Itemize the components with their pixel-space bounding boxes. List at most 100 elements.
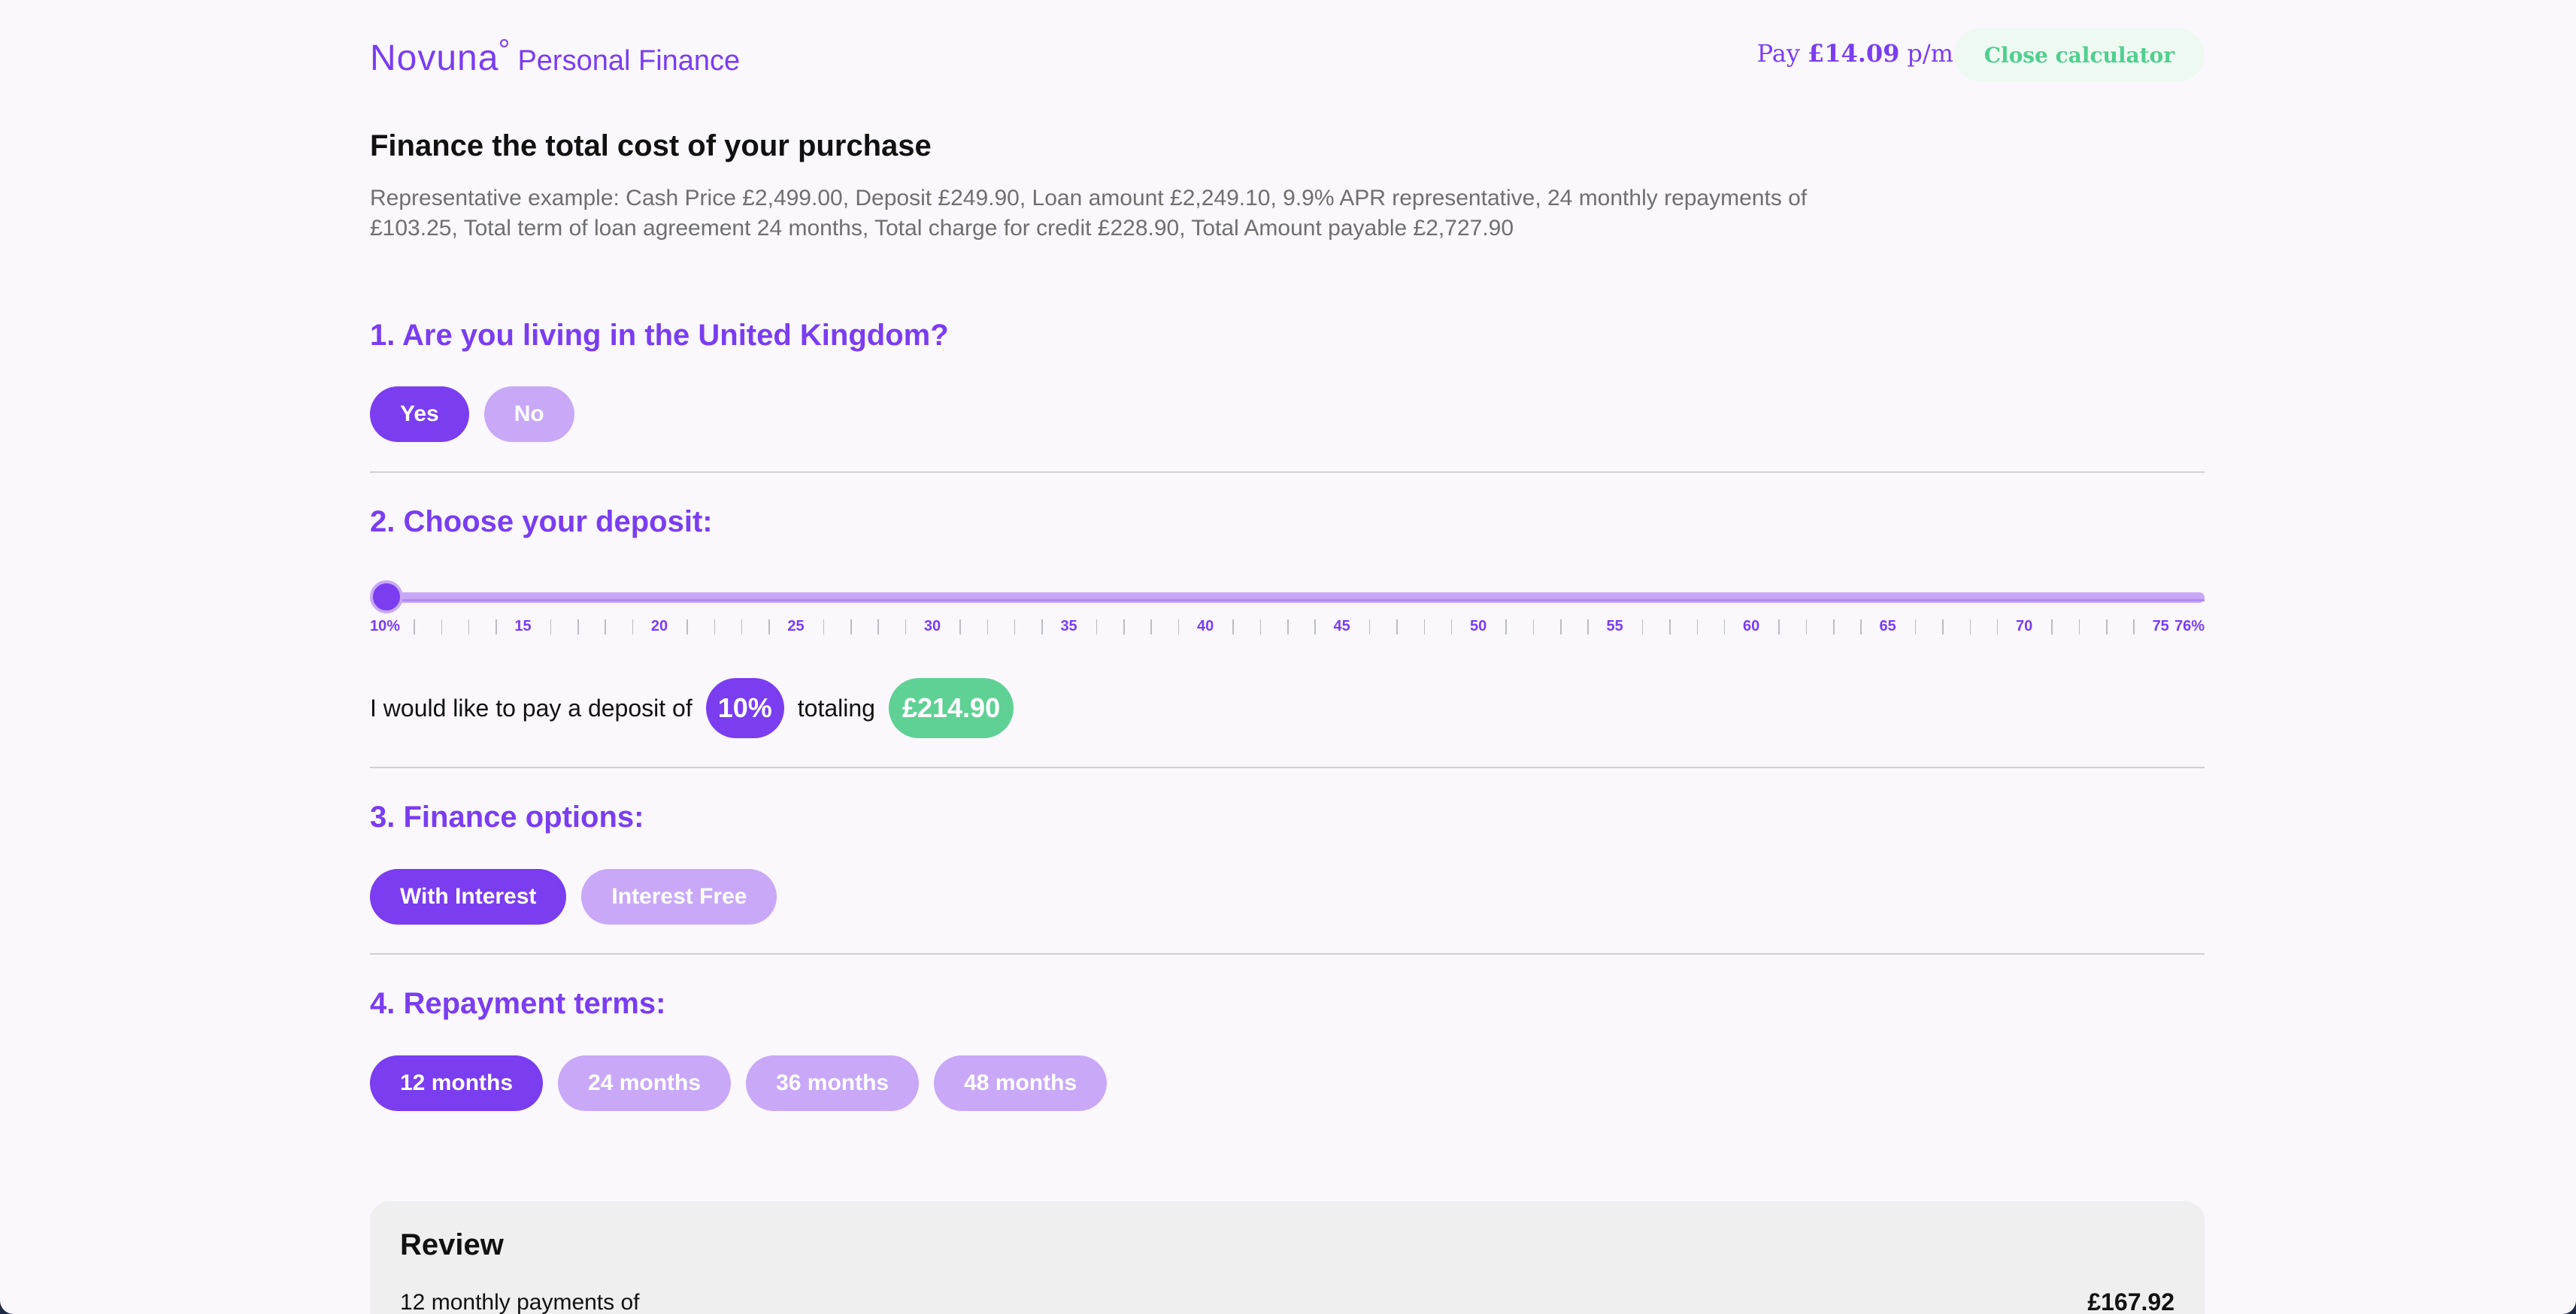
divider: [370, 767, 2205, 768]
slider-tick-mark: [577, 619, 579, 634]
slider-tick-mark: [1560, 619, 1562, 634]
slider-tick-mark: [1641, 619, 1644, 634]
slider-tick-mark: [1096, 619, 1098, 634]
slider-tick-mark: [1860, 619, 1862, 634]
deposit-sentence-start: I would like to pay a deposit of: [370, 694, 692, 722]
slider-tick-label: 75: [2152, 618, 2169, 634]
slider-ticks: 10% 15 20 25 30 35 40 45 50 55 60 65 70 75 76%: [370, 618, 2205, 640]
slider-tick-mark: [1014, 619, 1016, 634]
deposit-slider[interactable]: [370, 580, 2205, 613]
logo-registered-mark: [500, 39, 509, 47]
pay-amount: £14.09: [1807, 39, 1900, 68]
header: Novuna Personal Finance Pay £14.09 p/m C…: [370, 0, 2205, 113]
term-36-months-button[interactable]: 36 months: [746, 1055, 920, 1111]
review-monthly-label: 12 monthly payments of: [400, 1290, 640, 1314]
slider-tick-label: 76%: [2174, 618, 2205, 634]
slider-tick-mark: [468, 619, 470, 634]
slider-tick-mark: [1041, 619, 1043, 634]
slider-tick-label: 25: [787, 618, 805, 634]
slider-tick-label: 60: [1743, 618, 1760, 634]
slider-tick-mark: [1723, 619, 1726, 634]
pay-prefix: Pay: [1756, 39, 1800, 68]
yes-button[interactable]: Yes: [370, 386, 469, 442]
slider-tick-mark: [1287, 619, 1289, 634]
slider-thumb[interactable]: [370, 580, 403, 613]
novuna-logo: Novuna Personal Finance: [370, 38, 740, 79]
slider-tick-mark: [877, 619, 879, 634]
slider-tick-mark: [1368, 619, 1371, 634]
calculator-page: Novuna Personal Finance Pay £14.09 p/m C…: [0, 0, 2576, 1314]
slider-tick-label: 55: [1606, 618, 1623, 634]
slider-tick-mark: [1232, 619, 1234, 634]
term-48-months-button[interactable]: 48 months: [934, 1055, 1108, 1111]
slider-tick-mark: [741, 619, 743, 634]
slider-tick-mark: [1833, 619, 1835, 634]
slider-track-line: [392, 599, 2205, 601]
slider-tick-mark: [1914, 619, 1917, 634]
slider-tick-mark: [823, 619, 825, 634]
divider: [370, 953, 2205, 955]
slider-tick-mark: [1805, 619, 1808, 634]
slider-tick-label: 15: [514, 618, 532, 634]
slider-tick-mark: [1778, 619, 1780, 634]
slider-tick-mark: [959, 619, 961, 634]
deposit-percent-badge: 10%: [705, 678, 784, 738]
slider-tick-label: 65: [1879, 618, 1896, 634]
logo-wordmark: Novuna: [370, 38, 509, 79]
slider-tick-mark: [1423, 619, 1425, 634]
interest-free-button[interactable]: Interest Free: [581, 869, 777, 925]
deposit-summary: I would like to pay a deposit of 10% tot…: [370, 678, 1014, 738]
slider-tick-mark: [686, 619, 688, 634]
question-repayment-terms: 4. Repayment terms:: [370, 987, 666, 1020]
slider-tick-mark: [1969, 619, 1971, 634]
slider-tick-mark: [1450, 619, 1453, 634]
divider: [370, 471, 2205, 473]
slider-tick-mark: [1996, 619, 1999, 634]
finance-options: With Interest Interest Free: [370, 869, 777, 925]
slider-tick-mark: [1259, 619, 1262, 634]
question-finance-options: 3. Finance options:: [370, 801, 644, 834]
uk-resident-options: Yes No: [370, 386, 574, 442]
slider-tick-mark: [1696, 619, 1699, 634]
slider-tick-mark: [2133, 619, 2135, 634]
term-24-months-button[interactable]: 24 months: [558, 1055, 732, 1111]
slider-tick-mark: [986, 619, 989, 634]
slider-tick-mark: [905, 619, 907, 634]
close-calculator-button[interactable]: Close calculator: [1953, 29, 2205, 81]
slider-track[interactable]: [370, 592, 2205, 603]
slider-tick-label: 70: [2016, 618, 2033, 634]
slider-tick-mark: [1396, 619, 1398, 634]
slider-tick-label: 10%: [370, 618, 401, 634]
slider-tick-label: 45: [1333, 618, 1350, 634]
slider-tick-label: 50: [1469, 618, 1487, 634]
slider-tick-mark: [441, 619, 443, 634]
deposit-sentence-mid: totaling: [797, 694, 875, 722]
repayment-terms-options: 12 months 24 months 36 months 48 months: [370, 1055, 1108, 1111]
slider-tick-mark: [1587, 619, 1589, 634]
slider-tick-mark: [1150, 619, 1152, 634]
slider-tick-label: 35: [1060, 618, 1077, 634]
slider-tick-mark: [2078, 619, 2080, 634]
slider-tick-mark: [1314, 619, 1316, 634]
slider-tick-mark: [632, 619, 634, 634]
term-12-months-button[interactable]: 12 months: [370, 1055, 544, 1111]
slider-tick-label: 30: [923, 618, 941, 634]
logo-subtitle: Personal Finance: [517, 45, 741, 77]
slider-tick-mark: [714, 619, 716, 634]
slider-tick-label: 40: [1196, 618, 1214, 634]
slider-tick-mark: [414, 619, 415, 634]
monthly-pay-summary: Pay £14.09 p/m: [1757, 39, 1953, 68]
slider-tick-mark: [768, 619, 770, 634]
review-monthly-value: £167.92: [2087, 1288, 2174, 1314]
deposit-amount-badge: £214.90: [888, 678, 1014, 738]
representative-example: Representative example: Cash Price £2,49…: [370, 186, 1808, 241]
slider-tick-label: 20: [650, 618, 668, 634]
slider-tick-mark: [850, 619, 852, 634]
slider-tick-mark: [1532, 619, 1535, 634]
page-title: Finance the total cost of your purchase: [370, 129, 932, 162]
no-button[interactable]: No: [483, 386, 574, 442]
slider-tick-mark: [1177, 619, 1180, 634]
slider-tick-mark: [605, 619, 606, 634]
question-uk-resident: 1. Are you living in the United Kingdom?: [370, 319, 949, 352]
with-interest-button[interactable]: With Interest: [370, 869, 567, 925]
